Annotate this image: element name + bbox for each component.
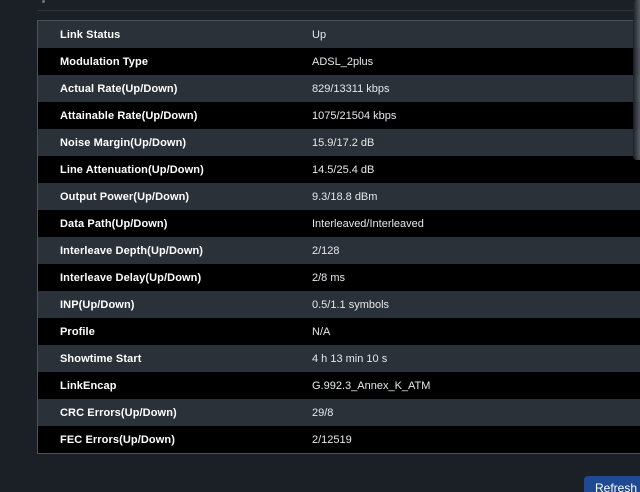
row-label: Data Path(Up/Down) [60,217,168,230]
row-value: 9.3/18.8 dBm [312,190,378,203]
refresh-button[interactable]: Refresh [584,476,640,492]
scrollbar-handle[interactable] [633,0,640,160]
row-value: Up [312,28,327,41]
row-label: Link Status [60,28,121,41]
row-label: Interleave Depth(Up/Down) [60,244,204,257]
row-label: Interleave Delay(Up/Down) [60,271,202,284]
row-value: Interleaved/Interleaved [312,217,424,230]
section-divider [37,10,640,11]
row-value: 2/12519 [312,433,352,446]
table-row-linkencap: LinkEncap G.992.3_Annex_K_ATM [38,372,640,399]
row-value: 4 h 13 min 10 s [312,352,388,365]
table-row-profile: Profile N/A [38,318,640,345]
row-label: FEC Errors(Up/Down) [60,433,175,446]
table-row-attainable-rate: Attainable Rate(Up/Down) 1075/21504 kbps [38,102,640,129]
row-value: 0.5/1.1 symbols [312,298,390,311]
table-row-crc-errors: CRC Errors(Up/Down) 29/8 [38,399,640,426]
table-row-interleave-delay: Interleave Delay(Up/Down) 2/8 ms [38,264,640,291]
table-row-actual-rate: Actual Rate(Up/Down) 829/13311 kbps [38,75,640,102]
row-label: Showtime Start [60,352,142,365]
table-row-link-status: Link Status Up [38,21,640,48]
row-label: Noise Margin(Up/Down) [60,136,187,149]
row-value: 1075/21504 kbps [312,109,397,122]
row-label: Output Power(Up/Down) [60,190,190,203]
row-value: ADSL_2plus [312,55,374,68]
table-row-fec-errors: FEC Errors(Up/Down) 2/12519 [38,426,640,453]
row-value: 2/8 ms [312,271,346,284]
row-label: INP(Up/Down) [60,298,135,311]
row-label: Profile [60,325,95,338]
table-row-modulation-type: Modulation Type ADSL_2plus [38,48,640,75]
table-row-noise-margin: Noise Margin(Up/Down) 15.9/17.2 dB [38,129,640,156]
row-value: 14.5/25.4 dB [312,163,375,176]
top-marker [42,0,45,3]
dsl-status-table: Link Status Up Modulation Type ADSL_2plu… [37,20,640,454]
row-value: 829/13311 kbps [312,82,390,95]
row-value: 29/8 [312,406,334,419]
table-row-inp: INP(Up/Down) 0.5/1.1 symbols [38,291,640,318]
row-label: Line Attenuation(Up/Down) [60,163,204,176]
row-label: Attainable Rate(Up/Down) [60,109,198,122]
row-label: LinkEncap [60,379,117,392]
row-label: Actual Rate(Up/Down) [60,82,178,95]
table-row-line-attenuation: Line Attenuation(Up/Down) 14.5/25.4 dB [38,156,640,183]
row-label: CRC Errors(Up/Down) [60,406,177,419]
row-value: G.992.3_Annex_K_ATM [312,379,431,392]
table-row-interleave-depth: Interleave Depth(Up/Down) 2/128 [38,237,640,264]
dsl-status-page: Link Status Up Modulation Type ADSL_2plu… [0,0,640,492]
row-value: 2/128 [312,244,340,257]
table-row-output-power: Output Power(Up/Down) 9.3/18.8 dBm [38,183,640,210]
table-row-data-path: Data Path(Up/Down) Interleaved/Interleav… [38,210,640,237]
row-value: 15.9/17.2 dB [312,136,375,149]
row-value: N/A [312,325,331,338]
table-row-showtime-start: Showtime Start 4 h 13 min 10 s [38,345,640,372]
row-label: Modulation Type [60,55,149,68]
